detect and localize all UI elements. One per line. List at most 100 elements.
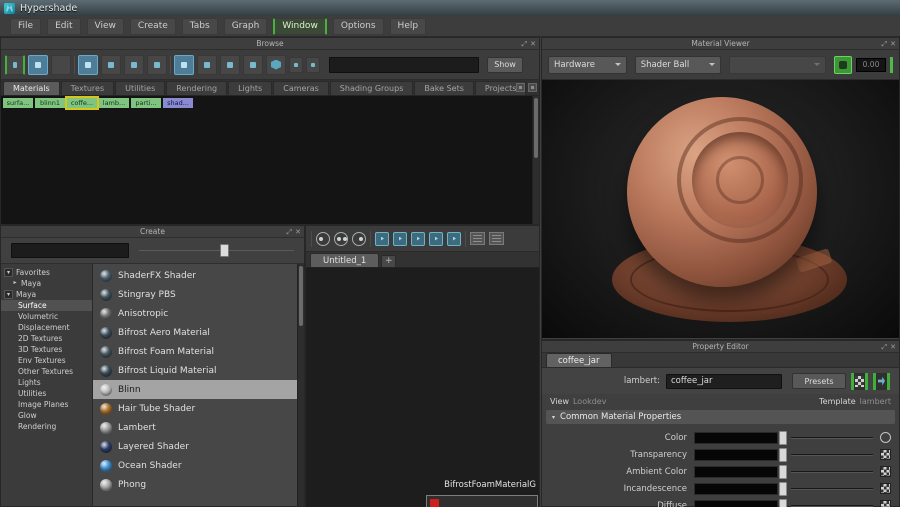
item-shaderfx-shader[interactable]: ShaderFX Shader <box>93 266 304 285</box>
map-texture-button[interactable] <box>880 483 891 494</box>
item-ocean-shader[interactable]: Ocean Shader <box>93 456 304 475</box>
float-panel-icon[interactable]: ⤢ <box>287 226 293 238</box>
tab-materials[interactable]: Materials <box>3 81 60 95</box>
tree-expander-icon[interactable]: ▸ <box>12 279 18 288</box>
pin-tabs-icon[interactable] <box>516 83 525 92</box>
slider-handle[interactable] <box>779 465 787 479</box>
filter-menu-icon[interactable] <box>289 57 303 73</box>
show-button[interactable]: Show <box>487 57 523 73</box>
medium-swatch-icon[interactable] <box>124 55 144 75</box>
swatch-shaderGlow[interactable]: shad... <box>163 98 193 108</box>
tree-2d-textures[interactable]: 2D Textures <box>1 333 92 344</box>
swatch-surfaceShader[interactable]: surfa... <box>3 98 33 108</box>
new-tab-button[interactable]: + <box>381 255 396 267</box>
search-input[interactable] <box>329 57 479 73</box>
tree-rendering[interactable]: Rendering <box>1 421 92 432</box>
swatch-blinn1[interactable]: blinn1 <box>35 98 65 108</box>
color-swatch[interactable] <box>694 483 778 495</box>
slider-track[interactable] <box>791 437 873 439</box>
menu-view[interactable]: View <box>87 18 124 35</box>
item-phong[interactable]: Phong <box>93 475 304 494</box>
slider-track[interactable] <box>791 505 873 507</box>
snapshot-icon[interactable] <box>834 56 852 74</box>
item-blinn[interactable]: Blinn <box>93 380 304 399</box>
create-search-input[interactable] <box>11 243 129 258</box>
tree-env-textures[interactable]: Env Textures <box>1 355 92 366</box>
tree-expander-icon[interactable]: ▾ <box>4 268 13 277</box>
name-filter-icon[interactable] <box>197 55 217 75</box>
menu-help[interactable]: Help <box>390 18 427 35</box>
bookmarks-icon[interactable] <box>489 232 504 245</box>
item-lambert[interactable]: Lambert <box>93 418 304 437</box>
map-texture-button[interactable] <box>880 466 891 477</box>
swatch-particleCloud[interactable]: parti... <box>131 98 161 108</box>
remove-selected-icon[interactable] <box>393 232 407 246</box>
map-texture-button[interactable] <box>880 432 891 443</box>
tree-favorites-maya[interactable]: ▸ Maya <box>1 278 92 289</box>
menu-edit[interactable]: Edit <box>47 18 80 35</box>
slider-handle[interactable] <box>220 244 229 257</box>
slider-track[interactable] <box>791 454 873 456</box>
menu-graph[interactable]: Graph <box>224 18 268 35</box>
node-name-field[interactable] <box>666 374 782 389</box>
graph-materials-icon[interactable] <box>411 232 425 246</box>
collapse-panel-icon[interactable] <box>51 55 71 75</box>
graph-node[interactable] <box>426 495 538 507</box>
color-swatch[interactable] <box>694 466 778 478</box>
add-selected-icon[interactable] <box>375 232 389 246</box>
tree-utilities[interactable]: Utilities <box>1 388 92 399</box>
common-material-properties-section[interactable]: ▾ Common Material Properties <box>546 410 895 424</box>
slider-handle[interactable] <box>779 431 787 445</box>
thumbnail-view-icon[interactable] <box>78 55 98 75</box>
menu-tabs[interactable]: Tabs <box>182 18 218 35</box>
tab-shading-groups[interactable]: Shading Groups <box>330 81 414 95</box>
color-swatch[interactable] <box>694 500 778 507</box>
tab-lights[interactable]: Lights <box>228 81 272 95</box>
swatch-scrollbar[interactable] <box>532 96 539 224</box>
tab-utilities[interactable]: Utilities <box>115 81 165 95</box>
tree-lights[interactable]: Lights <box>1 377 92 388</box>
type-filter-icon[interactable] <box>220 55 240 75</box>
swatch-coffee-jar[interactable]: coffe... <box>67 98 97 108</box>
swatch-size-slider[interactable] <box>139 243 294 258</box>
tab-options-icon[interactable] <box>528 83 537 92</box>
input-output-connections-icon[interactable] <box>334 232 348 246</box>
tree-volumetric[interactable]: Volumetric <box>1 311 92 322</box>
tree-expander-icon[interactable]: ▾ <box>4 290 13 299</box>
tree-surface[interactable]: Surface <box>1 300 92 311</box>
small-swatch-icon[interactable] <box>101 55 121 75</box>
map-texture-button[interactable] <box>880 500 891 507</box>
float-panel-icon[interactable]: ⤢ <box>522 38 528 50</box>
tab-untitled-1[interactable]: Untitled_1 <box>310 253 379 267</box>
menu-file[interactable]: File <box>10 18 41 35</box>
create-list-scrollbar[interactable] <box>297 264 304 506</box>
tree-displacement[interactable]: Displacement <box>1 322 92 333</box>
menu-options[interactable]: Options <box>333 18 384 35</box>
tree-3d-textures[interactable]: 3D Textures <box>1 344 92 355</box>
rearrange-graph-icon[interactable] <box>429 232 443 246</box>
close-panel-icon[interactable]: ✕ <box>295 226 301 238</box>
close-panel-icon[interactable]: ✕ <box>530 38 536 50</box>
show-grid-icon[interactable] <box>470 232 485 245</box>
swatch-view-icon[interactable] <box>851 373 868 390</box>
item-bifrost-liquid-material[interactable]: Bifrost Liquid Material <box>93 361 304 380</box>
large-swatch-icon[interactable] <box>147 55 167 75</box>
slider-handle[interactable] <box>779 482 787 496</box>
clear-graph-icon[interactable] <box>447 232 461 246</box>
slider-handle[interactable] <box>779 448 787 462</box>
menu-create[interactable]: Create <box>130 18 176 35</box>
tab-coffee-jar[interactable]: coffee_jar <box>546 353 612 367</box>
tree-favorites[interactable]: ▾ Favorites <box>1 267 92 278</box>
float-panel-icon[interactable]: ⤢ <box>882 38 888 50</box>
item-stingray-pbs[interactable]: Stingray PBS <box>93 285 304 304</box>
item-bifrost-foam-material[interactable]: Bifrost Foam Material <box>93 342 304 361</box>
input-connections-icon[interactable] <box>316 232 330 246</box>
slider-track[interactable] <box>791 471 873 473</box>
view-label[interactable]: View <box>550 397 569 406</box>
material-viewer-viewport[interactable] <box>542 80 899 338</box>
item-anisotropic[interactable]: Anisotropic <box>93 304 304 323</box>
tab-rendering[interactable]: Rendering <box>166 81 227 95</box>
output-connections-icon[interactable] <box>352 232 366 246</box>
sort-menu-icon[interactable] <box>306 57 320 73</box>
close-panel-icon[interactable]: ✕ <box>890 38 896 50</box>
